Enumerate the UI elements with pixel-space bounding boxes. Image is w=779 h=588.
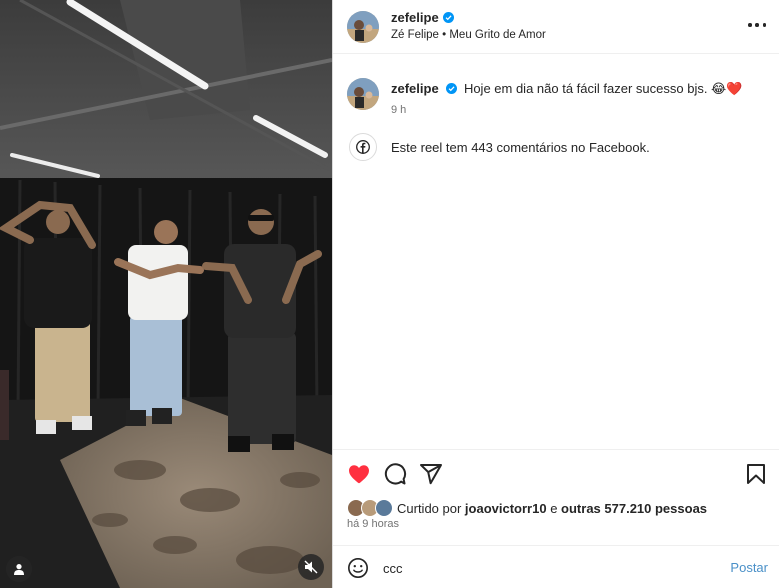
author-username[interactable]: zefelipe [391,10,439,25]
likes-count[interactable]: outras 577.210 pessoas [561,501,707,516]
comment-icon[interactable] [383,462,407,486]
verified-icon [442,12,454,23]
reel-video[interactable] [0,0,332,588]
save-icon[interactable] [744,462,768,486]
avatar-image [347,78,379,110]
caption-text: Hoje em dia não tá fácil fazer sucesso b… [463,81,743,96]
comment-input[interactable] [383,558,713,578]
mute-icon [304,560,318,574]
verified-icon [446,83,458,94]
mute-button[interactable] [298,554,324,580]
more-options-button[interactable] [748,18,766,32]
liker-avatars[interactable] [347,499,395,517]
share-icon[interactable] [419,462,443,486]
likes-user[interactable]: joaovictorr10 [465,501,547,516]
post-caption: zefelipe Hoje em dia não tá fácil fazer … [391,81,766,97]
post-comment-button[interactable]: Postar [730,560,768,575]
caption-username[interactable]: zefelipe [391,81,439,96]
likes-text: Curtido por joaovictorr10 e outras 577.2… [397,501,707,516]
more-icon [748,23,752,27]
caption-avatar[interactable] [347,78,379,110]
facebook-comments-note: Este reel tem 443 comentários no Faceboo… [391,140,650,155]
emoji-icon[interactable] [347,557,369,579]
audio-link[interactable]: Zé Felipe • Meu Grito de Amor [391,29,546,41]
user-tag-button[interactable] [6,556,32,582]
more-icon-dot [762,23,766,27]
reel-video-frame [0,0,332,588]
post-header: zefelipe Zé Felipe • Meu Grito de Amor [333,0,779,54]
post-panel: zefelipe Zé Felipe • Meu Grito de Amor z… [332,0,779,588]
heart-icon[interactable] [347,462,371,486]
action-bar [333,449,779,494]
user-tag-icon [14,564,24,575]
post-timestamp[interactable]: há 9 horas [347,518,399,530]
likes-middle: e [546,500,562,516]
more-icon-dot [755,23,759,27]
avatar-image [347,11,379,43]
facebook-badge [349,133,377,161]
likes-prefix: Curtido por [397,500,465,516]
caption-timestamp[interactable]: 9 h [391,104,406,116]
facebook-icon [356,140,370,154]
liker-avatar [375,499,393,517]
likes-summary: Curtido por joaovictorr10 e outras 577.2… [347,498,707,518]
comment-bar: Postar [333,545,779,588]
author-avatar[interactable] [347,11,379,43]
